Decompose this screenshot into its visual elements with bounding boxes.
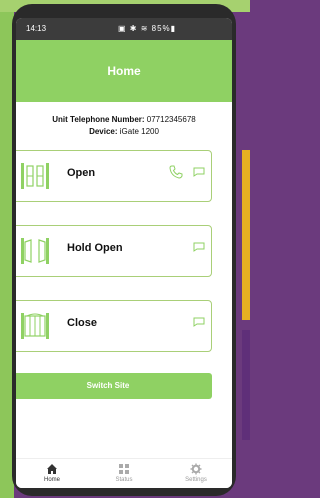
message-icon[interactable]: [193, 167, 205, 177]
unit-phone-line: Unit Telephone Number: 07712345678: [16, 115, 232, 124]
phone-icon[interactable]: [169, 165, 183, 179]
page-title: Home: [107, 64, 141, 78]
unit-phone-label: Unit Telephone Number:: [52, 115, 145, 124]
status-indicators: ▣ ✱ ≋ 85%▮: [118, 24, 177, 33]
device-value: iGate 1200: [119, 127, 159, 136]
message-icon[interactable]: [193, 242, 205, 252]
bottom-tab-bar: Home Status Settings: [16, 458, 232, 488]
device-label: Device:: [89, 127, 118, 136]
close-gate-button[interactable]: Close: [16, 300, 212, 352]
tab-status-label: Status: [115, 477, 133, 483]
device-line: Device: iGate 1200: [16, 127, 232, 136]
close-label: Close: [67, 317, 97, 329]
open-label: Open: [67, 167, 96, 179]
switch-site-button[interactable]: Switch Site: [16, 373, 212, 399]
gate-open-icon: [21, 163, 49, 189]
gate-hold-open-icon: [21, 238, 49, 264]
app-screen: 14:13 ▣ ✱ ≋ 85%▮ Home Unit Telephone Num…: [16, 18, 232, 488]
background-right-purple: [242, 330, 250, 440]
hold-open-label: Hold Open: [67, 242, 123, 254]
tab-status[interactable]: Status: [88, 463, 160, 483]
gear-icon: [190, 463, 202, 475]
status-time: 14:13: [26, 24, 47, 33]
hold-open-gate-button[interactable]: Hold Open: [16, 225, 212, 277]
tab-settings-label: Settings: [185, 477, 207, 483]
status-bar: 14:13 ▣ ✱ ≋ 85%▮: [16, 18, 232, 40]
app-header: Home: [16, 40, 232, 102]
home-icon: [47, 464, 57, 474]
unit-phone-value: 07712345678: [146, 115, 196, 124]
grid-icon: [119, 464, 129, 474]
tab-home-label: Home: [43, 477, 60, 483]
open-gate-button[interactable]: Open: [16, 150, 212, 202]
tab-settings[interactable]: Settings: [160, 463, 232, 483]
tab-home[interactable]: Home: [16, 463, 88, 483]
gate-close-icon: [21, 313, 49, 339]
background-right-yellow: [242, 150, 250, 320]
message-icon[interactable]: [193, 317, 205, 327]
